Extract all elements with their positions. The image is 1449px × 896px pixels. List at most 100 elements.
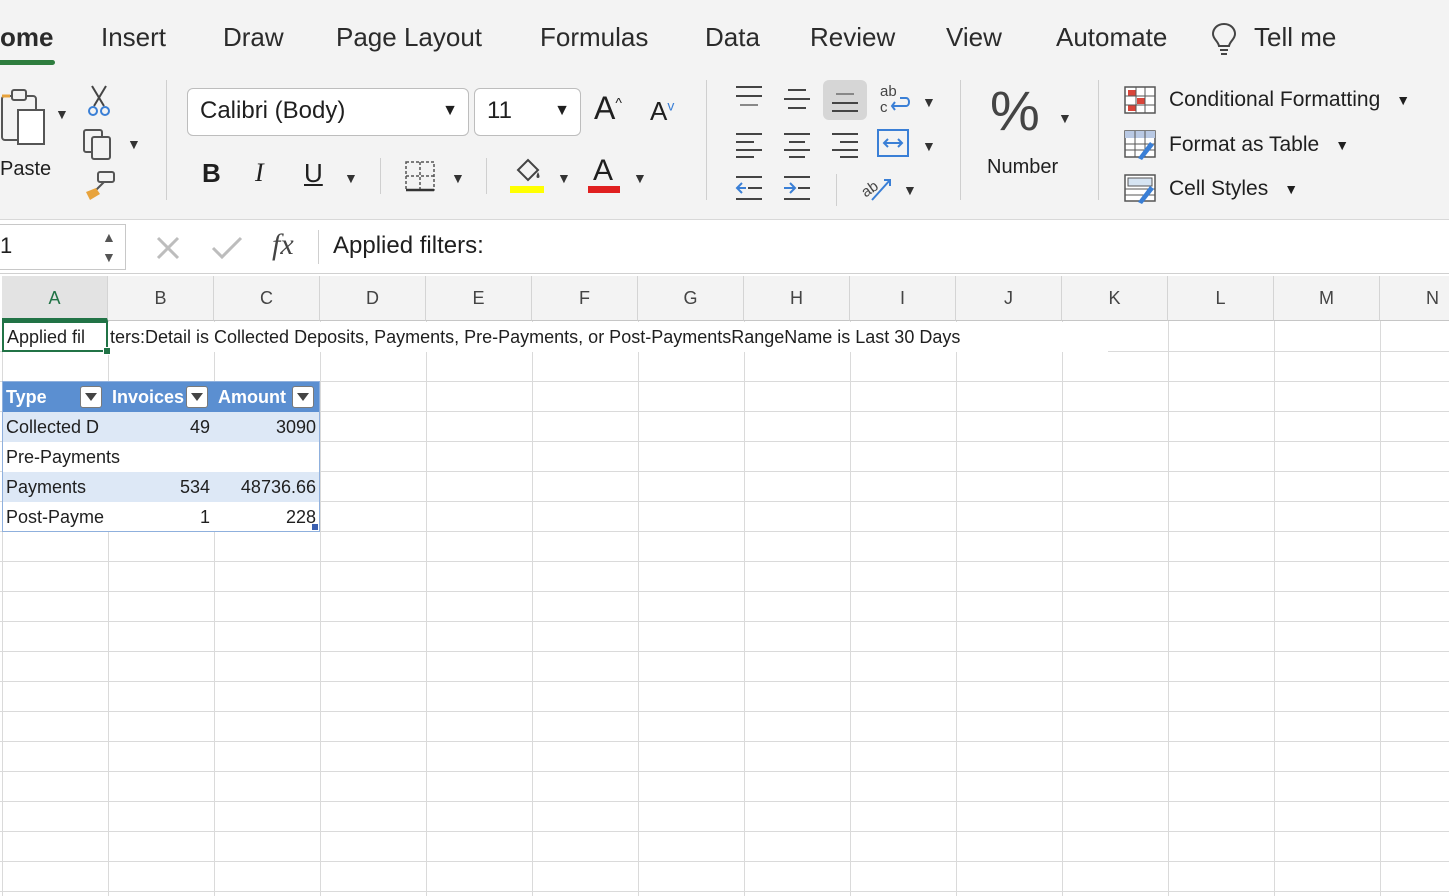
tab-review[interactable]: Review	[810, 22, 895, 53]
filter-dropdown-icon[interactable]	[292, 386, 314, 408]
format-painter-icon[interactable]	[84, 170, 118, 202]
format-as-table-button[interactable]: Format as Table ▼	[1124, 130, 1349, 160]
name-box-down-arrow-icon[interactable]: ▼	[102, 249, 116, 265]
active-tab-indicator	[0, 60, 55, 65]
cancel-x-icon[interactable]	[154, 234, 182, 262]
column-header-l[interactable]: L	[1168, 276, 1274, 321]
italic-button[interactable]: I	[255, 158, 264, 188]
copy-chevron-icon[interactable]: ▼	[127, 136, 141, 152]
column-header-g[interactable]: G	[638, 276, 744, 321]
tab-draw[interactable]: Draw	[223, 22, 284, 53]
wrap-text-chevron-icon[interactable]: ▼	[922, 94, 936, 110]
table-cell-invoices[interactable]: 534	[108, 472, 214, 502]
fill-color-chevron-icon[interactable]: ▼	[557, 170, 571, 186]
font-color-button[interactable]: A	[588, 154, 622, 194]
table-cell-invoices[interactable]: 1	[108, 502, 214, 532]
name-box-up-arrow-icon[interactable]: ▲	[102, 229, 116, 245]
align-top-icon[interactable]	[734, 84, 764, 110]
cell-styles-button[interactable]: Cell Styles ▼	[1124, 174, 1298, 204]
table-cell-amount[interactable]	[214, 442, 320, 472]
column-header-n[interactable]: N	[1380, 276, 1449, 321]
font-name-select[interactable]: Calibri (Body) ▼	[187, 88, 469, 136]
column-header-d[interactable]: D	[320, 276, 426, 321]
column-header-b[interactable]: B	[108, 276, 214, 321]
font-color-chevron-icon[interactable]: ▼	[633, 170, 647, 186]
increase-indent-icon[interactable]	[782, 174, 812, 202]
column-header-a[interactable]: A	[2, 276, 108, 321]
table-header-invoices[interactable]: Invoices	[108, 382, 214, 412]
column-header-h[interactable]: H	[744, 276, 850, 321]
table-header-amount[interactable]: Amount	[214, 382, 320, 412]
borders-chevron-icon[interactable]: ▼	[451, 170, 465, 186]
column-header-c[interactable]: C	[214, 276, 320, 321]
underline-button[interactable]: U	[304, 158, 323, 189]
column-header-e[interactable]: E	[426, 276, 532, 321]
tab-page-layout[interactable]: Page Layout	[336, 22, 482, 53]
fill-color-bucket-icon[interactable]	[510, 156, 544, 194]
bold-button[interactable]: B	[202, 158, 221, 189]
group-separator	[1098, 80, 1099, 200]
paste-chevron-icon[interactable]: ▼	[55, 106, 69, 122]
worksheet-grid[interactable]: A B C D E F G H I J K L M N Applied fil …	[0, 276, 1449, 896]
grid-line	[0, 891, 1449, 892]
text-orientation-chevron-icon[interactable]: ▼	[903, 182, 917, 198]
filter-dropdown-icon[interactable]	[186, 386, 208, 408]
column-header-f[interactable]: F	[532, 276, 638, 321]
format-as-table-chevron-icon: ▼	[1335, 137, 1350, 153]
table-cell-amount[interactable]: 48736.66	[214, 472, 320, 502]
paste-label[interactable]: Paste	[0, 158, 51, 181]
paste-clipboard-icon[interactable]	[0, 88, 50, 152]
tab-tell-me[interactable]: Tell me	[1254, 22, 1336, 53]
font-color-swatch	[588, 186, 620, 193]
wrap-text-icon[interactable]: ab c	[878, 82, 914, 116]
increase-font-size-button[interactable]: A^	[594, 90, 622, 127]
align-right-icon[interactable]	[830, 130, 860, 158]
tab-automate[interactable]: Automate	[1056, 22, 1167, 53]
font-color-glyph: A	[593, 154, 614, 187]
copy-icon[interactable]	[82, 128, 116, 162]
conditional-formatting-button[interactable]: Conditional Formatting ▼	[1124, 86, 1410, 114]
column-header-m[interactable]: M	[1274, 276, 1380, 321]
font-size-select[interactable]: 11 ▼	[474, 88, 581, 136]
table-cell-amount[interactable]: 228	[214, 502, 320, 532]
table-cell-invoices[interactable]: 49	[108, 412, 214, 442]
number-group-label[interactable]: Number	[987, 156, 1058, 179]
filter-dropdown-icon[interactable]	[80, 386, 102, 408]
name-box[interactable]: 1 ▲ ▼	[0, 224, 126, 270]
table-cell-type[interactable]: Payments	[2, 472, 108, 502]
tab-view[interactable]: View	[946, 22, 1002, 53]
table-header-type[interactable]: Type	[2, 382, 108, 412]
column-header-i[interactable]: I	[850, 276, 956, 321]
table-cell-type[interactable]: Collected D	[2, 412, 108, 442]
table-cell-type[interactable]: Post-Payme	[2, 502, 108, 532]
cut-scissors-icon[interactable]	[86, 84, 112, 118]
align-center-icon[interactable]	[782, 130, 812, 158]
insert-function-fx-icon[interactable]: fx	[272, 228, 294, 262]
align-left-icon[interactable]	[734, 130, 764, 158]
enter-checkmark-icon[interactable]	[210, 234, 244, 262]
tab-data[interactable]: Data	[705, 22, 760, 53]
borders-icon[interactable]	[404, 160, 436, 192]
decrease-indent-icon[interactable]	[734, 174, 764, 202]
column-header-j[interactable]: J	[956, 276, 1062, 321]
column-header-k[interactable]: K	[1062, 276, 1168, 321]
decrease-font-size-button[interactable]: Av	[650, 96, 674, 127]
tab-insert[interactable]: Insert	[101, 22, 166, 53]
align-bottom-button[interactable]	[823, 80, 867, 120]
align-middle-icon[interactable]	[782, 86, 812, 112]
text-orientation-icon[interactable]: ab	[858, 170, 894, 204]
merge-center-chevron-icon[interactable]: ▼	[922, 138, 936, 154]
formula-content[interactable]: Applied filters:	[333, 232, 484, 260]
underline-chevron-icon[interactable]: ▼	[344, 170, 358, 186]
fill-handle[interactable]	[103, 347, 111, 355]
table-cell-amount[interactable]: 3090	[214, 412, 320, 442]
merge-center-icon[interactable]	[876, 128, 910, 158]
number-format-chevron-icon[interactable]: ▼	[1058, 110, 1072, 126]
tab-formulas[interactable]: Formulas	[540, 22, 648, 53]
tab-home[interactable]: ome	[0, 22, 53, 53]
number-format-percent-icon[interactable]: %	[990, 78, 1040, 143]
name-box-value: 1	[0, 233, 13, 258]
grid-line	[850, 321, 851, 896]
table-resize-handle[interactable]	[312, 524, 318, 530]
table-cell-type[interactable]: Pre-Payments	[2, 442, 214, 472]
